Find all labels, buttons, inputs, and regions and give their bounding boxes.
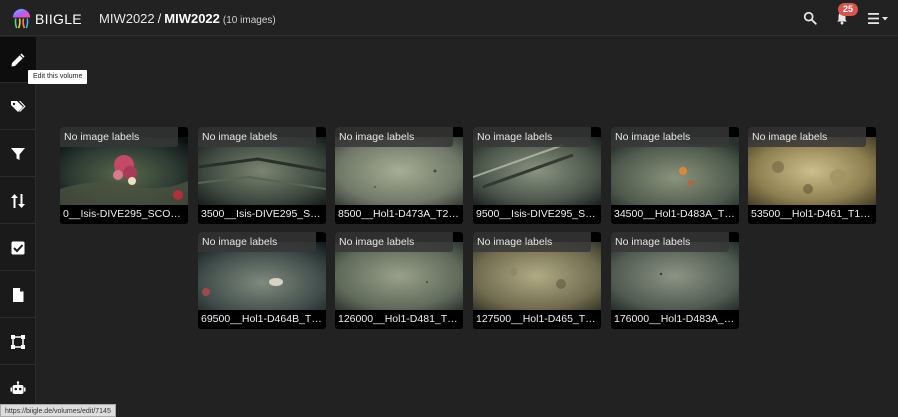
image-count: (10 images) [222, 15, 276, 26]
app: BIIGLE MIW2022/MIW2022 (10 images) 25 Ed… [0, 0, 898, 417]
image-thumbnail[interactable]: No image labels 127500__Hol1-D465_T… [473, 232, 601, 329]
image-label-tag: No image labels [335, 232, 453, 252]
thumbnail-image [473, 137, 601, 205]
sidebar-item-sort[interactable] [0, 178, 36, 224]
image-filename: 3500__Isis-DIVE295_S… [201, 208, 321, 220]
image-filename: 34500__Hol1-D483A_T… [614, 208, 735, 220]
image-label-tag: No image labels [60, 127, 178, 147]
menu-icon[interactable] [868, 12, 890, 25]
thumbnail-image [198, 137, 326, 205]
pencil-icon [11, 53, 25, 66]
image-thumbnail[interactable]: No image labels 34500__Hol1-D483A_T… [611, 127, 739, 224]
thumbnail-image [611, 242, 739, 310]
image-label-tag: No image labels [335, 127, 453, 147]
image-thumbnail[interactable]: No image labels 126000__Hol1-D481_T… [335, 232, 463, 329]
file-icon [13, 287, 24, 302]
thumbnail-image [60, 137, 188, 205]
thumbnail-image [198, 242, 326, 310]
breadcrumb-project[interactable]: MIW2022 [99, 11, 155, 26]
image-filename: 0__Isis-DIVE295_SCO… [63, 208, 181, 220]
image-thumbnail[interactable]: No image labels 8500__Hol1-D473A_T2… [335, 127, 463, 224]
brand-name[interactable]: BIIGLE [35, 11, 82, 27]
thumbnail-image [748, 137, 876, 205]
thumbnail-image [473, 242, 601, 310]
sort-icon [11, 193, 25, 208]
image-thumbnail[interactable]: No image labels 176000__Hol1-D483A_… [611, 232, 739, 329]
tags-icon [11, 100, 26, 112]
status-bar-url: https://biigle.de/volumes/edit/7145 [0, 404, 116, 417]
image-label-tag: No image labels [473, 232, 591, 252]
thumbnail-image [611, 137, 739, 205]
checkbox-icon [11, 241, 25, 254]
breadcrumb-separator: / [157, 11, 162, 26]
robot-icon [10, 380, 26, 394]
filter-icon [11, 147, 25, 160]
image-filename: 69500__Hol1-D464B_T… [201, 313, 322, 325]
biigle-logo-icon[interactable] [10, 7, 33, 30]
breadcrumb: MIW2022/MIW2022 (10 images) [99, 11, 276, 26]
image-filename: 53500__Hol1-D461_T1… [751, 208, 871, 220]
sidebar-item-annotation[interactable] [0, 319, 36, 365]
top-navbar: BIIGLE MIW2022/MIW2022 (10 images) 25 [0, 0, 898, 36]
image-thumbnail[interactable]: No image labels 0__Isis-DIVE295_SCO… [60, 127, 188, 224]
search-icon[interactable] [803, 11, 817, 25]
breadcrumb-volume: MIW2022 [164, 11, 220, 26]
notification-badge[interactable]: 25 [838, 3, 858, 16]
thumbnail-image [335, 137, 463, 205]
sidebar-item-select[interactable] [0, 225, 36, 271]
image-label-tag: No image labels [198, 232, 316, 252]
image-filename: 8500__Hol1-D473A_T2… [338, 208, 459, 220]
thumbnail-image [335, 242, 463, 310]
image-thumbnail[interactable]: No image labels 53500__Hol1-D461_T1… [748, 127, 876, 224]
image-thumbnail[interactable]: No image labels 69500__Hol1-D464B_T… [198, 232, 326, 329]
tooltip: Edit this volume [28, 70, 88, 84]
image-filename: 126000__Hol1-D481_T… [338, 313, 458, 325]
image-label-tag: No image labels [748, 127, 866, 147]
image-filename: 9500__Isis-DIVE295_S… [476, 208, 596, 220]
sidebar-item-reports[interactable] [0, 272, 36, 318]
image-label-tag: No image labels [611, 232, 729, 252]
image-filename: 176000__Hol1-D483A_… [614, 313, 735, 325]
sidebar [0, 37, 36, 417]
image-thumbnail[interactable]: No image labels 3500__Isis-DIVE295_S… [198, 127, 326, 224]
sidebar-item-filter[interactable] [0, 131, 36, 177]
image-label-tag: No image labels [611, 127, 729, 147]
image-label-tag: No image labels [198, 127, 316, 147]
sidebar-item-labels[interactable] [0, 84, 36, 130]
vector-square-icon [11, 334, 25, 349]
image-thumbnail[interactable]: No image labels 9500__Isis-DIVE295_S… [473, 127, 601, 224]
image-label-tag: No image labels [473, 127, 591, 147]
image-filename: 127500__Hol1-D465_T… [476, 313, 596, 325]
